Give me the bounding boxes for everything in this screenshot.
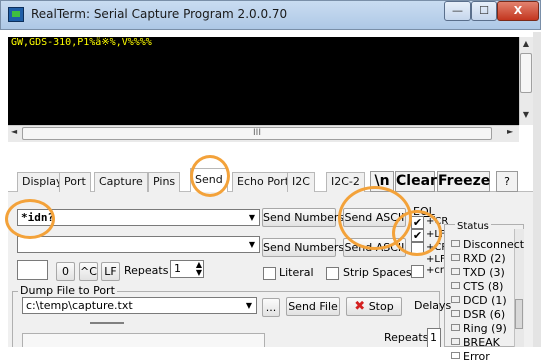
eol-cr-label-3: +cr: [426, 265, 444, 276]
tab-i2c[interactable]: I2C: [287, 172, 315, 192]
app-icon: [8, 7, 24, 22]
literal-label: Literal: [279, 266, 314, 279]
spinner-arrows-icon[interactable]: ▲ ▼: [196, 261, 202, 277]
terminal-display[interactable]: [8, 37, 519, 125]
dump-repeats-label: Repeats: [384, 331, 429, 344]
terminal-text: GW,GDS-310,P1%ä※%,V%%%%: [11, 37, 152, 48]
dropdown-arrow-icon[interactable]: ▼: [245, 237, 259, 252]
status-led-icon: [451, 310, 460, 317]
minimize-button[interactable]: —: [444, 1, 471, 21]
close-button[interactable]: X: [497, 1, 539, 21]
tab-send[interactable]: Send: [190, 168, 228, 192]
literal-checkbox[interactable]: [263, 267, 276, 280]
status-led-icon: [451, 254, 460, 261]
status-label: Status: [455, 221, 491, 232]
progress-bar: [90, 322, 124, 324]
eol-checkbox-cr-3[interactable]: [411, 265, 424, 278]
dump-file-label: Dump File to Port: [18, 284, 117, 297]
horizontal-scroll-thumb[interactable]: III: [22, 127, 492, 140]
zero-button[interactable]: 0: [56, 262, 75, 281]
tab-echo-port[interactable]: Echo Port: [232, 172, 295, 192]
send-file-button[interactable]: Send File: [286, 297, 340, 316]
dump-file-path[interactable]: c:\temp\capture.txt ▼: [22, 297, 257, 314]
eol-lf-label-1: +LF: [426, 229, 446, 240]
send-ascii-button-1[interactable]: Send ASCII: [343, 208, 406, 227]
delays-label: Delays: [414, 299, 452, 312]
eol-checkbox-cr-1[interactable]: ✔: [411, 216, 424, 229]
send-numbers-button-2[interactable]: Send Numbers: [262, 238, 344, 257]
status-led-icon: [451, 296, 460, 303]
browse-button[interactable]: ...: [262, 298, 280, 317]
dropdown-arrow-icon[interactable]: ▼: [245, 210, 259, 225]
status-led-icon: [451, 282, 460, 289]
repeats-spinner[interactable]: 1 ▲ ▼: [170, 260, 204, 278]
eol-checkbox-lf-1[interactable]: ✔: [411, 229, 424, 242]
dump-file-path-value: c:\temp\capture.txt: [26, 299, 133, 312]
tab-capture[interactable]: Capture: [94, 172, 148, 192]
status-led-icon: [451, 338, 460, 345]
send-input-2[interactable]: ▼: [17, 236, 260, 253]
status-led-icon: [451, 268, 460, 275]
strip-spaces-checkbox[interactable]: [326, 267, 339, 280]
stop-x-icon: ✖: [354, 299, 366, 314]
repeats-label: Repeats: [124, 264, 169, 277]
dropdown-arrow-icon[interactable]: ▼: [242, 298, 256, 313]
maximize-button[interactable]: ☐: [471, 1, 497, 21]
strip-spaces-label: Strip Spaces: [343, 266, 412, 279]
send-numbers-button-1[interactable]: Send Numbers: [262, 208, 344, 227]
send-input-1[interactable]: *idn? ▼: [17, 209, 260, 226]
dump-progress-track: [22, 333, 265, 347]
dump-repeats-value: 1: [430, 331, 437, 344]
send-ascii-button-2[interactable]: Send ASCII: [343, 238, 406, 257]
tab-port[interactable]: Port: [59, 172, 91, 192]
scroll-down-arrow-icon[interactable]: ▼: [519, 110, 533, 122]
tab-pins[interactable]: Pins: [148, 172, 181, 192]
status-led-icon: [451, 240, 460, 247]
eol-checkbox-cr-2[interactable]: [411, 242, 424, 255]
newline-button[interactable]: \n: [370, 171, 394, 192]
eol-lf-label-2: +LF: [426, 254, 446, 265]
status-led-icon: [451, 352, 460, 359]
freeze-button[interactable]: Freeze: [437, 171, 490, 192]
char-input[interactable]: [17, 260, 48, 280]
ctrl-c-button[interactable]: ^C: [79, 262, 98, 281]
dump-repeats-input[interactable]: 1: [427, 328, 441, 347]
lf-button[interactable]: LF: [101, 262, 120, 281]
help-button[interactable]: ?: [496, 171, 518, 192]
status-led-icon: [451, 324, 460, 331]
tab-i2c-2[interactable]: I2C-2: [326, 172, 365, 192]
window-right-scrollbar[interactable]: [533, 32, 541, 347]
clear-button[interactable]: Clear: [395, 171, 437, 192]
stop-button[interactable]: ✖ Stop: [346, 297, 402, 316]
window-title: RealTerm: Serial Capture Program 2.0.0.7…: [31, 7, 288, 21]
repeats-value: 1: [174, 262, 181, 275]
send-input-1-value: *idn?: [21, 211, 55, 224]
stop-label: Stop: [368, 300, 394, 313]
scroll-right-arrow-icon[interactable]: ►: [507, 127, 519, 139]
vertical-scroll-thumb[interactable]: [520, 53, 532, 93]
scroll-up-arrow-icon[interactable]: ▲: [519, 39, 533, 51]
status-scroll-thumb[interactable]: [515, 299, 523, 329]
